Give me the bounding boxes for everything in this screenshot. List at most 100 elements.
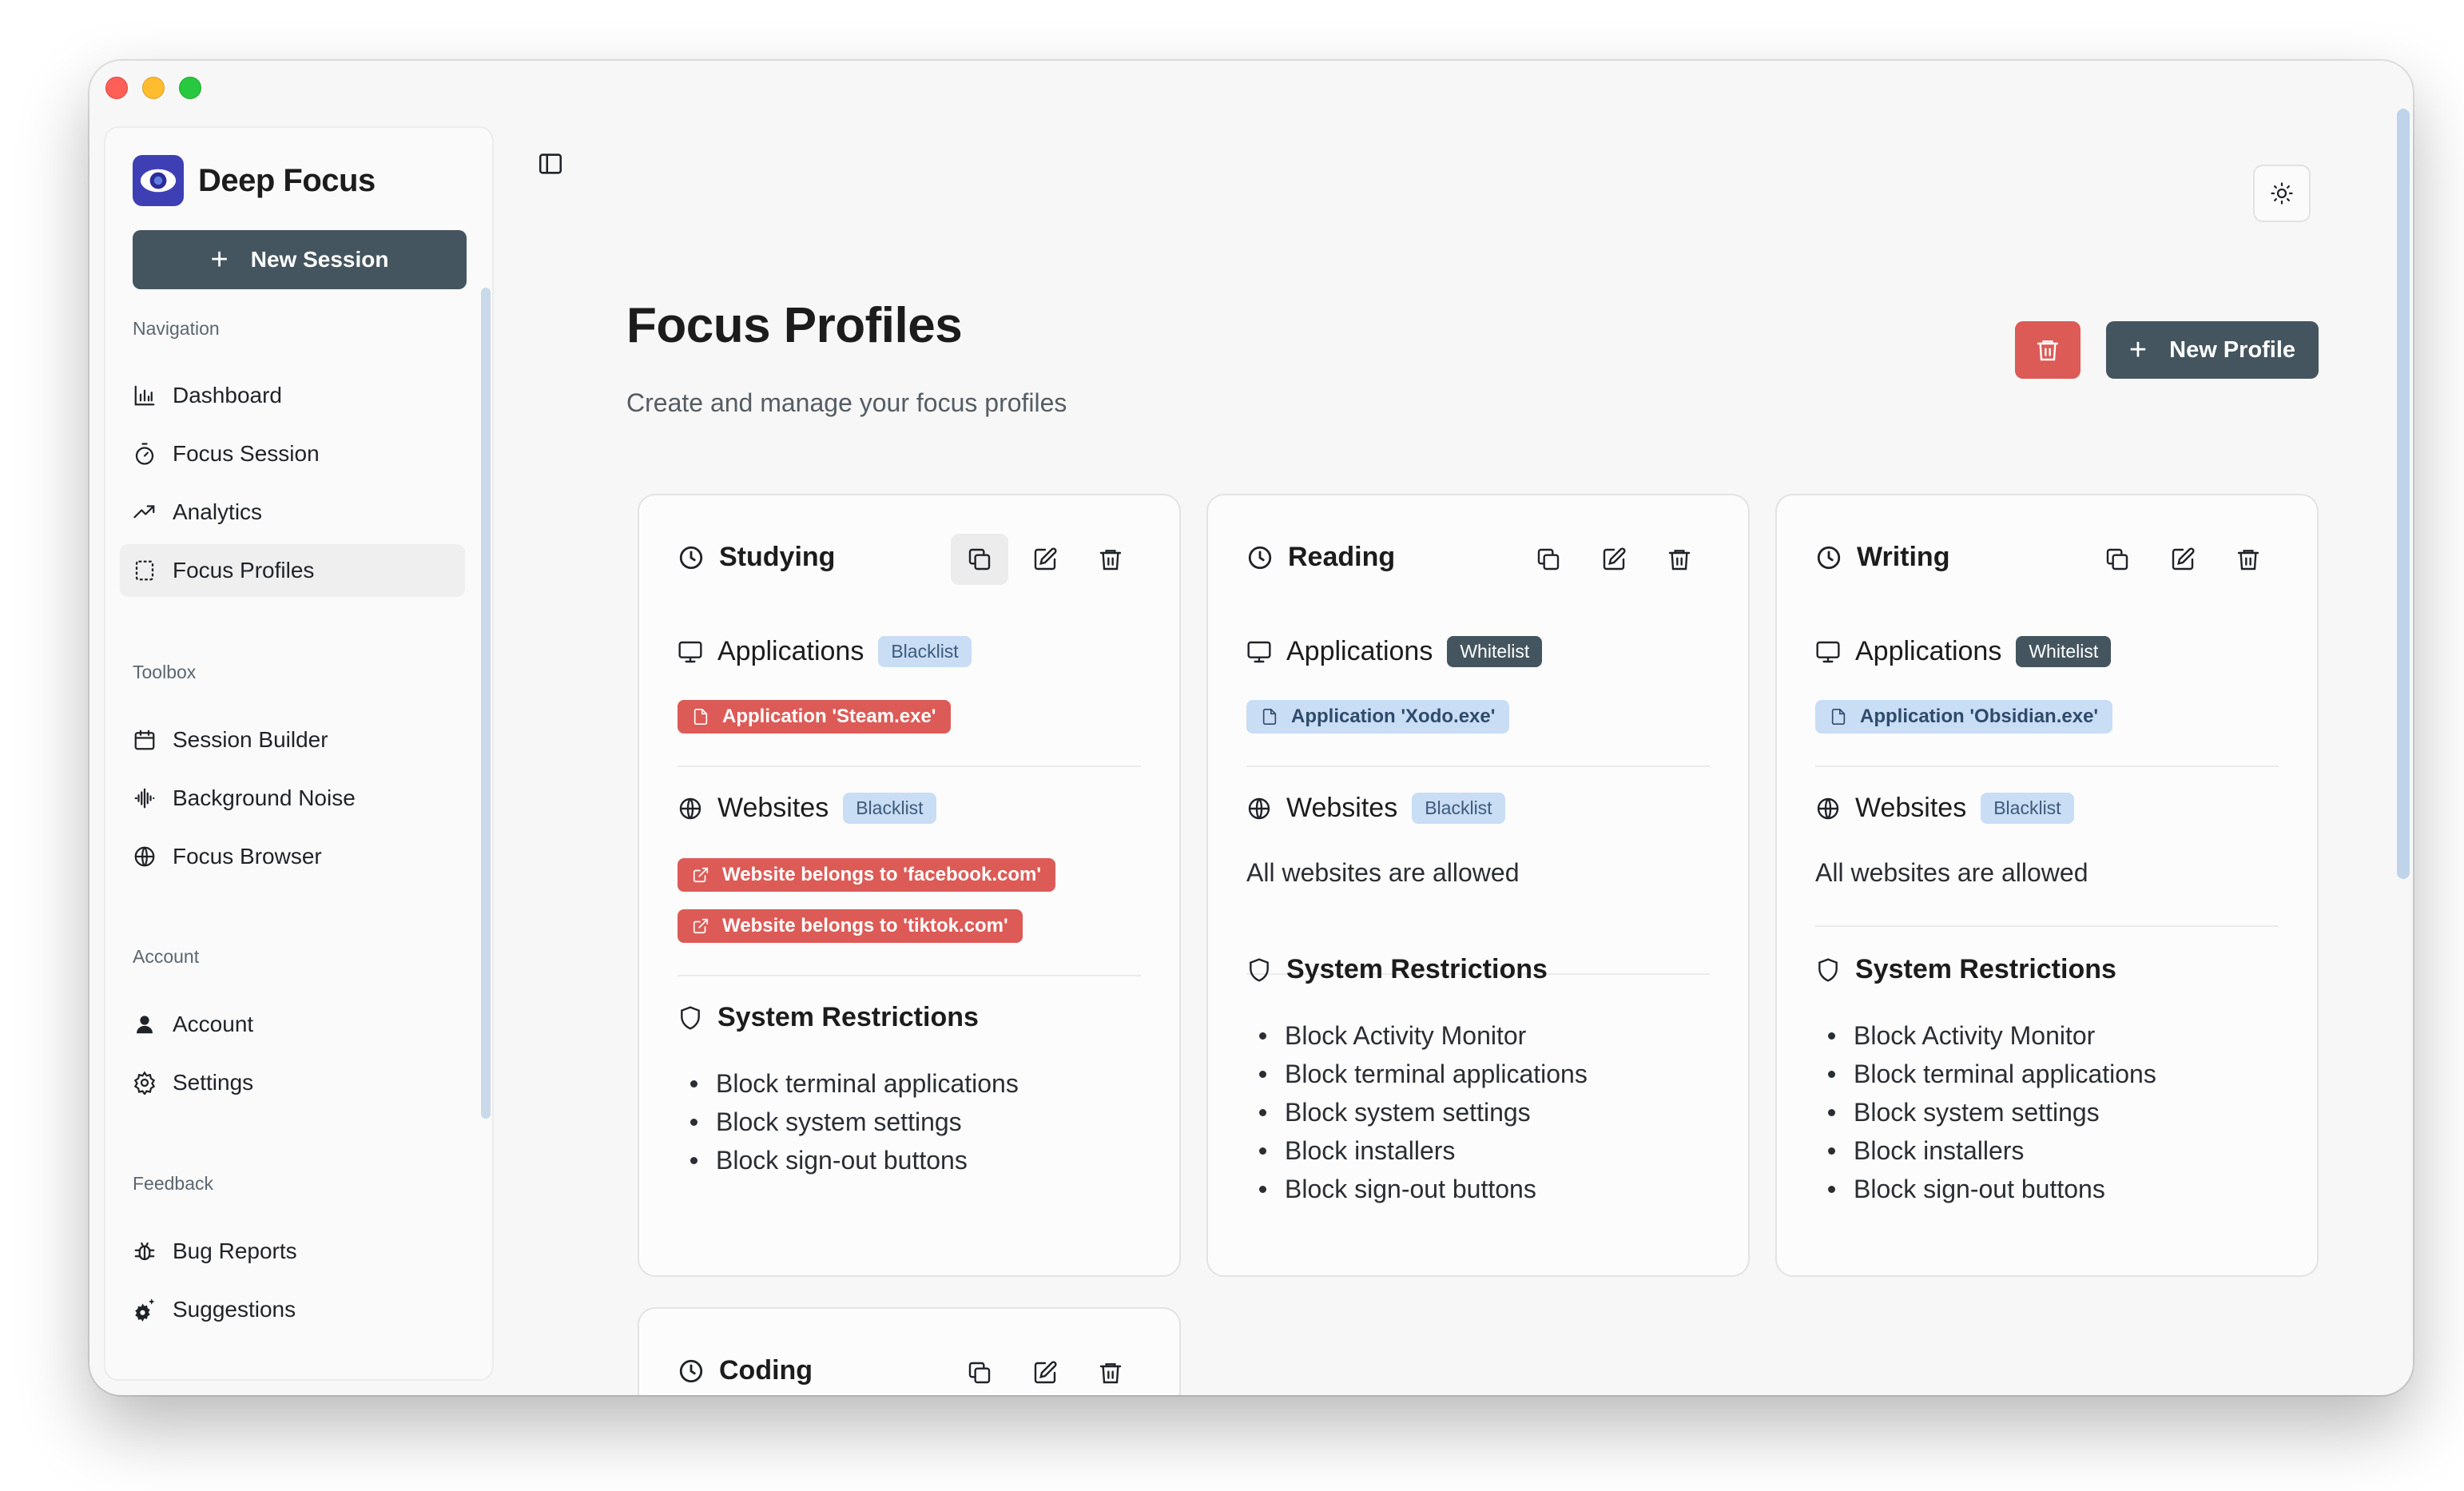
main-scrollbar[interactable] xyxy=(2397,109,2410,879)
applications-section: Applications Whitelist xyxy=(1246,636,1543,667)
trash-icon xyxy=(1099,550,1122,571)
close-window-button[interactable] xyxy=(105,77,128,99)
card-header: Coding xyxy=(678,1355,813,1386)
duplicate-button[interactable] xyxy=(951,534,1008,585)
duplicate-button[interactable] xyxy=(1520,534,1577,585)
clock-icon xyxy=(1817,546,1841,569)
sidebar-item-label: Focus Profiles xyxy=(173,558,315,582)
sun-icon xyxy=(2271,182,2293,205)
edit-icon xyxy=(1603,547,1626,571)
websites-empty-text: All websites are allowed xyxy=(1815,858,2088,887)
file-icon xyxy=(1262,709,1277,725)
sidebar-toggle-icon[interactable] xyxy=(537,150,564,177)
card-header: Reading xyxy=(1246,542,1395,573)
sidebar-item-label: Background Noise xyxy=(173,785,356,810)
sidebar-item-suggestions[interactable]: Suggestions xyxy=(120,1283,465,1336)
clock-icon xyxy=(679,546,703,569)
shield-icon xyxy=(1818,957,1838,982)
profile-name: Reading xyxy=(1288,542,1396,572)
edit-button[interactable] xyxy=(1016,534,1074,585)
trash-icon xyxy=(1099,1363,1122,1384)
applications-section: Applications Blacklist xyxy=(678,636,972,667)
sidebar-item-dashboard[interactable]: Dashboard xyxy=(120,369,465,422)
copy-icon xyxy=(2106,548,2128,571)
sidebar-scrollbar[interactable] xyxy=(481,288,491,1119)
mode-badge: Blacklist xyxy=(843,793,936,824)
delete-button[interactable] xyxy=(1082,534,1139,585)
new-session-button[interactable]: + New Session xyxy=(133,230,467,289)
minimize-window-button[interactable] xyxy=(142,77,165,99)
mode-badge: Blacklist xyxy=(1981,793,2074,824)
restriction-item: Block terminal applications xyxy=(1259,1055,1588,1093)
restriction-item: Block sign-out buttons xyxy=(1828,1170,2156,1208)
edit-icon xyxy=(2172,547,2195,571)
copy-icon xyxy=(968,1362,991,1384)
sidebar-item-session-builder[interactable]: Session Builder xyxy=(120,714,465,766)
websites-title: Websites xyxy=(717,793,829,823)
app-window: Deep Focus + New Session Navigation Dash… xyxy=(89,61,2413,1395)
file-icon xyxy=(1831,709,1846,725)
duplicate-button[interactable] xyxy=(2088,534,2146,585)
sidebar-item-bug-reports[interactable]: Bug Reports xyxy=(120,1225,465,1278)
sidebar-item-focus-browser[interactable]: Focus Browser xyxy=(120,830,465,883)
zoom-window-button[interactable] xyxy=(179,77,201,99)
sidebar-item-label: Suggestions xyxy=(173,1297,296,1322)
card-actions xyxy=(951,534,1139,585)
sidebar-item-focus-profiles[interactable]: Focus Profiles xyxy=(120,544,465,597)
file-icon xyxy=(693,709,708,725)
monitor-icon xyxy=(678,641,702,662)
divider xyxy=(1815,925,2279,927)
app-rule-text: Application 'Xodo.exe' xyxy=(1291,706,1496,727)
delete-button[interactable] xyxy=(1082,1347,1139,1395)
gear-icon xyxy=(133,1071,156,1095)
card-header: Studying xyxy=(678,542,835,573)
restriction-item: Block sign-out buttons xyxy=(690,1141,1019,1179)
sidebar-item-background-noise[interactable]: Background Noise xyxy=(120,772,465,825)
app-name: Deep Focus xyxy=(198,162,376,198)
websites-title: Websites xyxy=(1286,793,1398,823)
delete-button[interactable] xyxy=(2220,534,2277,585)
divider xyxy=(678,975,1141,976)
section-toolbox: Toolbox xyxy=(133,662,197,682)
new-profile-button[interactable]: + New Profile xyxy=(2106,321,2319,379)
app-rule-text: Application 'Obsidian.exe' xyxy=(1860,706,2099,727)
trash-icon xyxy=(2237,550,2259,571)
restriction-item: Block system settings xyxy=(690,1103,1019,1141)
restriction-item: Block installers xyxy=(1828,1131,2156,1170)
edit-button[interactable] xyxy=(1016,1347,1074,1395)
delete-button[interactable] xyxy=(1651,534,1708,585)
websites-empty-text: All websites are allowed xyxy=(1246,858,1520,887)
websites-title: Websites xyxy=(1855,793,1967,823)
edit-icon xyxy=(1034,1361,1057,1384)
sidebar-item-label: Settings xyxy=(173,1070,254,1095)
new-session-label: New Session xyxy=(250,247,389,272)
profile-card-coding: Coding xyxy=(638,1307,1181,1395)
website-rule-chip: Website belongs to 'facebook.com' xyxy=(678,858,1056,892)
sidebar-item-settings[interactable]: Settings xyxy=(120,1056,465,1109)
monitor-icon xyxy=(1816,641,1840,662)
sidebar-item-account[interactable]: Account xyxy=(120,998,465,1051)
edit-button[interactable] xyxy=(1585,534,1643,585)
brand[interactable]: Deep Focus xyxy=(133,155,376,206)
window-controls xyxy=(105,77,201,99)
applications-title: Applications xyxy=(1286,636,1433,666)
theme-toggle-button[interactable] xyxy=(2253,165,2311,222)
globe-icon xyxy=(1817,797,1839,819)
edit-icon xyxy=(1034,547,1057,571)
sidebar-item-focus-session[interactable]: Focus Session xyxy=(120,427,465,480)
sidebar-item-label: Bug Reports xyxy=(173,1239,297,1263)
eye-logo-icon xyxy=(133,155,184,206)
page-subtitle: Create and manage your focus profiles xyxy=(626,388,1067,417)
duplicate-button[interactable] xyxy=(951,1347,1008,1395)
website-rule-text: Website belongs to 'tiktok.com' xyxy=(722,915,1008,936)
page-title: Focus Profiles xyxy=(626,298,963,353)
sidebar-item-label: Account xyxy=(173,1012,254,1036)
edit-button[interactable] xyxy=(2154,534,2212,585)
section-feedback: Feedback xyxy=(133,1173,214,1194)
trend-icon xyxy=(133,505,155,519)
calendar-icon xyxy=(134,730,155,750)
clock-icon xyxy=(1248,546,1272,569)
sidebar-item-analytics[interactable]: Analytics xyxy=(120,486,465,539)
system-restrictions-title: System Restrictions xyxy=(717,1002,979,1032)
delete-profiles-button[interactable] xyxy=(2015,321,2080,379)
